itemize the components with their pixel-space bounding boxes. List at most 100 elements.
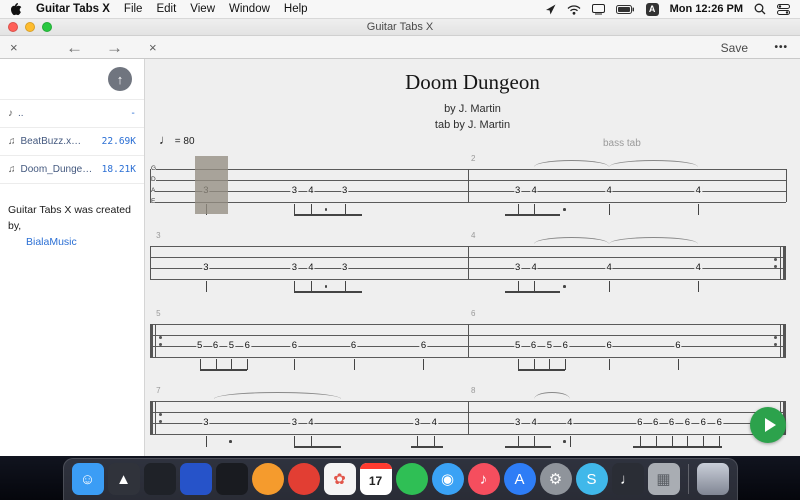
fret-number[interactable]: 5 (546, 341, 553, 351)
fret-number[interactable]: 3 (514, 418, 521, 428)
fret-number[interactable]: 6 (716, 418, 723, 428)
fret-number[interactable]: 4 (431, 418, 438, 428)
fret-number[interactable]: 4 (606, 186, 613, 196)
dock-dark-app-2-icon[interactable] (216, 463, 248, 495)
menu-window[interactable]: Window (229, 3, 270, 15)
dock-skype-icon[interactable]: S (576, 463, 608, 495)
fret-number[interactable]: 3 (514, 186, 521, 196)
fret-number[interactable]: 5 (196, 341, 203, 351)
file-row[interactable]: ♫BeatBuzz.x…22.69K (0, 128, 144, 156)
dock-rocket-app-icon[interactable]: ▲ (108, 463, 140, 495)
forward-arrow-icon[interactable]: → (106, 36, 123, 59)
fret-number[interactable]: 4 (307, 263, 314, 273)
zoom-window-button[interactable] (42, 22, 52, 32)
menu-file[interactable]: File (124, 3, 143, 15)
upload-button[interactable]: ↑ (108, 67, 132, 91)
dock-finder-icon[interactable]: ☺ (72, 463, 104, 495)
dock-calendar-icon[interactable]: 17 (360, 463, 392, 495)
close-tab-icon[interactable]: × (149, 36, 157, 59)
dock-green-app-icon[interactable] (396, 463, 428, 495)
fret-number[interactable]: 4 (695, 263, 702, 273)
fret-number[interactable]: 6 (668, 418, 675, 428)
title-bar: Guitar Tabs X (0, 19, 800, 36)
dock-guitar-tabs-x-icon[interactable]: ♩ (612, 463, 644, 495)
fret-number[interactable]: 6 (606, 341, 613, 351)
fret-number[interactable]: 3 (341, 263, 348, 273)
dock-orange-app-icon[interactable] (252, 463, 284, 495)
fret-number[interactable]: 3 (291, 186, 298, 196)
input-source-icon[interactable]: A (646, 3, 659, 16)
fret-number[interactable]: 6 (350, 341, 357, 351)
fret-number[interactable]: 4 (530, 418, 537, 428)
file-row[interactable]: ♫Doom_Dunge…18.21K (0, 156, 144, 184)
credit-link[interactable]: BialaMusic (26, 235, 77, 251)
menu-edit[interactable]: Edit (156, 3, 176, 15)
close-file-icon[interactable]: × (10, 36, 18, 59)
fret-number[interactable]: 3 (291, 418, 298, 428)
fret-number[interactable]: 6 (674, 341, 681, 351)
fret-number[interactable]: 6 (212, 341, 219, 351)
dock-red-app-icon[interactable] (288, 463, 320, 495)
dock-blue-app-icon[interactable] (180, 463, 212, 495)
fret-number[interactable]: 5 (228, 341, 235, 351)
fret-number[interactable]: 6 (700, 418, 707, 428)
search-icon[interactable] (754, 3, 766, 15)
beam (505, 446, 551, 448)
fret-number[interactable]: 4 (530, 263, 537, 273)
battery-icon[interactable] (616, 5, 635, 14)
fret-number[interactable]: 5 (514, 341, 521, 351)
file-row[interactable]: ♪..- (0, 100, 144, 128)
fret-number[interactable]: 4 (530, 186, 537, 196)
back-arrow-icon[interactable]: ← (66, 36, 83, 59)
menu-help[interactable]: Help (284, 3, 308, 15)
wifi-icon[interactable] (567, 4, 581, 15)
note-stem (294, 281, 295, 292)
tie-arc (534, 392, 570, 399)
dock-settings-icon[interactable]: ⚙ (540, 463, 572, 495)
dock-music-icon[interactable]: ♪ (468, 463, 500, 495)
fret-number[interactable]: 3 (202, 263, 209, 273)
fret-number[interactable]: 3 (291, 263, 298, 273)
location-icon[interactable] (545, 4, 556, 15)
fret-number[interactable]: 6 (291, 341, 298, 351)
fret-number[interactable]: 3 (202, 418, 209, 428)
play-button[interactable] (750, 407, 786, 443)
note-stem (247, 359, 248, 370)
display-icon[interactable] (592, 4, 605, 15)
close-window-button[interactable] (8, 22, 18, 32)
dock-app-store-icon[interactable]: A (504, 463, 536, 495)
menu-clock[interactable]: Mon 12:26 PM (670, 3, 743, 15)
minimize-window-button[interactable] (25, 22, 35, 32)
dock-photos-icon[interactable]: ✿ (324, 463, 356, 495)
selection-highlight[interactable] (195, 156, 228, 214)
fret-number[interactable]: 6 (530, 341, 537, 351)
more-options-button[interactable]: ••• (774, 36, 788, 59)
menu-view[interactable]: View (190, 3, 215, 15)
fret-number[interactable]: 6 (420, 341, 427, 351)
fret-number[interactable]: 4 (606, 263, 613, 273)
fret-number[interactable]: 4 (307, 186, 314, 196)
fret-number[interactable]: 6 (562, 341, 569, 351)
fret-number[interactable]: 6 (652, 418, 659, 428)
fret-number[interactable]: 6 (244, 341, 251, 351)
fret-number[interactable]: 4 (307, 418, 314, 428)
apple-logo-icon[interactable] (10, 3, 22, 16)
dock-trash-icon[interactable] (697, 463, 729, 495)
quarter-note-icon: ♩ (159, 132, 172, 147)
fret-number[interactable]: 6 (636, 418, 643, 428)
tie-arc (214, 392, 341, 399)
menu-app-name[interactable]: Guitar Tabs X (36, 3, 110, 15)
fret-number[interactable]: 4 (695, 186, 702, 196)
dock-dark-app-icon[interactable] (144, 463, 176, 495)
fret-number[interactable]: 6 (684, 418, 691, 428)
dock-amp-app-icon[interactable]: ▦ (648, 463, 680, 495)
fret-number[interactable]: 4 (566, 418, 573, 428)
dock-safari-icon[interactable]: ◉ (432, 463, 464, 495)
save-button[interactable]: Save (721, 36, 748, 59)
control-center-icon[interactable] (777, 4, 790, 15)
note-stem (231, 359, 232, 370)
fret-number[interactable]: 3 (341, 186, 348, 196)
fret-number[interactable]: 3 (413, 418, 420, 428)
fret-number[interactable]: 3 (514, 263, 521, 273)
note-stem (534, 281, 535, 292)
